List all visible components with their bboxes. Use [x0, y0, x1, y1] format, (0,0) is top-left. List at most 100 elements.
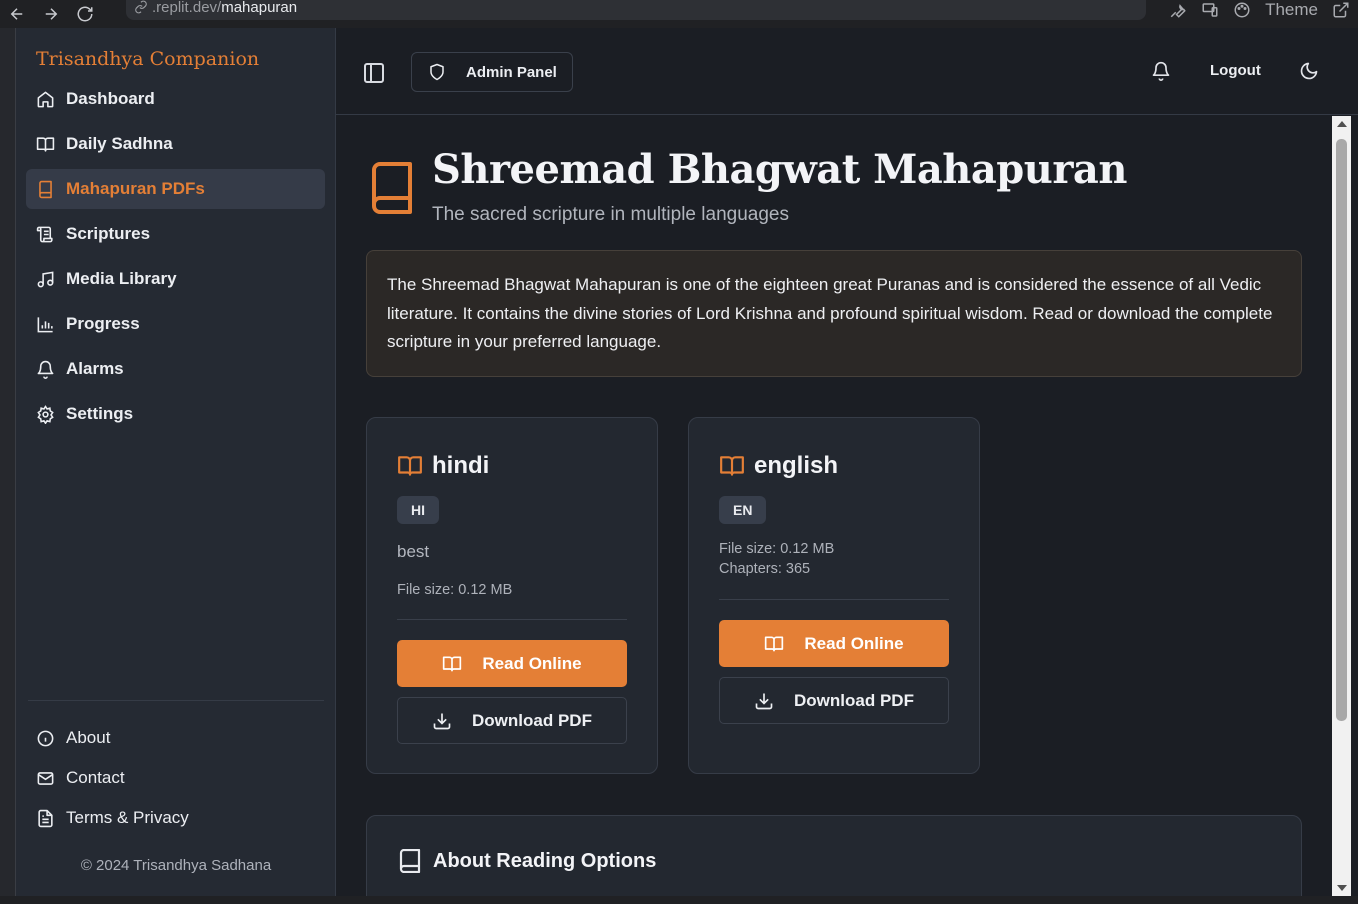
gear-icon	[37, 404, 54, 424]
forward-button[interactable]	[34, 0, 68, 28]
logout-button[interactable]: Logout	[1210, 62, 1261, 79]
read-online-button[interactable]: Read Online	[719, 620, 949, 667]
scroll-thumb[interactable]	[1336, 139, 1347, 721]
sidebar-item-scriptures[interactable]: Scriptures	[26, 214, 325, 254]
left-panel-edge	[0, 28, 16, 904]
reload-button[interactable]	[68, 0, 102, 28]
sidebar-item-label: Mahapuran PDFs	[66, 179, 205, 198]
wrench-icon[interactable]	[1169, 1, 1187, 19]
sidebar-item-terms[interactable]: Terms & Privacy	[26, 800, 325, 836]
sidebar-item-label: Media Library	[66, 269, 177, 288]
link-icon	[135, 0, 147, 14]
language-code-badge: HI	[397, 496, 439, 524]
book-icon	[370, 162, 414, 214]
arrow-left-icon	[10, 8, 23, 20]
sidebar-item-media-library[interactable]: Media Library	[26, 259, 325, 299]
book-icon	[39, 180, 52, 198]
book-open-icon	[443, 656, 462, 671]
sidebar: Trisandhya Companion Dashboard Daily Sad…	[16, 28, 336, 896]
theme-label[interactable]: Theme	[1265, 0, 1318, 20]
card-language-name: hindi	[432, 452, 490, 479]
sidebar-item-mahapuran-pdfs[interactable]: Mahapuran PDFs	[26, 169, 325, 209]
sidebar-item-alarms[interactable]: Alarms	[26, 349, 325, 389]
mail-icon	[37, 771, 54, 785]
bell-icon	[37, 360, 54, 379]
book-open-icon	[720, 456, 744, 476]
download-icon	[433, 713, 451, 729]
download-icon	[755, 693, 773, 709]
sidebar-item-dashboard[interactable]: Dashboard	[26, 79, 325, 119]
brand-title[interactable]: Trisandhya Companion	[36, 48, 259, 70]
sidebar-item-label: Terms & Privacy	[66, 808, 189, 827]
sidebar-item-label: Daily Sadhna	[66, 134, 173, 153]
page-title: Shreemad Bhagwat Mahapuran	[432, 146, 1127, 193]
book-open-icon	[765, 636, 784, 651]
sidebar-divider	[28, 700, 324, 701]
card-heading: english	[719, 452, 838, 480]
read-online-label: Read Online	[804, 633, 904, 653]
sidebar-item-label: Contact	[66, 768, 125, 787]
scroll-down-arrow[interactable]	[1337, 885, 1347, 891]
devices-icon[interactable]	[1201, 1, 1219, 19]
language-card-english: english EN File size: 0.12 MB Chapters: …	[688, 417, 980, 774]
arrow-right-icon	[45, 8, 58, 20]
about-reading-heading: About Reading Options	[399, 849, 656, 873]
sidebar-item-contact[interactable]: Contact	[26, 760, 325, 796]
language-code-badge: EN	[719, 496, 767, 524]
sidebar-nav: Dashboard Daily Sadhna Mahapuran PDFs Sc…	[26, 79, 325, 439]
admin-panel-label: Admin Panel	[466, 63, 557, 81]
page-subtitle: The sacred scripture in multiple languag…	[432, 204, 789, 225]
info-icon	[37, 730, 54, 746]
sidebar-item-about[interactable]: About	[26, 720, 325, 756]
sidebar-footer-nav: About Contact Terms & Privacy	[26, 720, 325, 840]
back-button[interactable]	[0, 0, 34, 28]
theme-toggle-button[interactable]	[1299, 61, 1319, 81]
sidebar-item-label: Dashboard	[66, 89, 155, 108]
address-bar[interactable]: .replit.dev/mahapuran	[126, 0, 1146, 20]
sidebar-item-daily-sadhna[interactable]: Daily Sadhna	[26, 124, 325, 164]
window-bottom-edge	[0, 896, 1358, 904]
sidebar-toggle-button[interactable]	[362, 61, 386, 85]
read-online-button[interactable]: Read Online	[397, 640, 627, 687]
main-content: Shreemad Bhagwat Mahapuran The sacred sc…	[336, 116, 1332, 904]
copyright-text: © 2024 Trisandhya Sadhana	[80, 857, 272, 874]
intro-panel: The Shreemad Bhagwat Mahapuran is one of…	[366, 250, 1302, 377]
browser-toolbar: .replit.dev/mahapuran Theme	[0, 0, 1358, 28]
download-pdf-label: Download PDF	[472, 710, 592, 730]
scroll-icon	[36, 226, 53, 242]
url-domain: .replit.dev/	[152, 0, 222, 16]
card-language-name: english	[754, 452, 839, 479]
sidebar-item-progress[interactable]: Progress	[26, 304, 325, 344]
reload-icon	[77, 6, 93, 22]
admin-panel-button[interactable]: Admin Panel	[411, 52, 573, 92]
sidebar-item-label: Alarms	[66, 359, 124, 378]
scroll-up-arrow[interactable]	[1337, 121, 1347, 127]
shield-icon	[430, 63, 444, 81]
bar-chart-icon	[37, 316, 53, 332]
moon-icon	[1300, 62, 1318, 80]
sidebar-item-label: Settings	[66, 404, 134, 423]
card-divider	[719, 599, 949, 600]
book-icon	[399, 849, 421, 873]
download-pdf-button[interactable]: Download PDF	[397, 697, 627, 744]
browser-tools: Theme	[1169, 0, 1350, 22]
sidebar-item-label: Scriptures	[66, 224, 151, 243]
panel-left-icon	[364, 63, 384, 83]
card-heading: hindi	[397, 452, 489, 480]
notifications-button[interactable]	[1151, 61, 1171, 81]
palette-icon[interactable]	[1233, 1, 1251, 19]
bell-icon	[1152, 61, 1170, 81]
page-scrollbar[interactable]	[1332, 116, 1351, 896]
card-divider	[397, 619, 627, 620]
card-description: best	[397, 542, 430, 561]
file-size-text: File size: 0.12 MB	[719, 541, 835, 557]
download-pdf-button[interactable]: Download PDF	[719, 677, 949, 724]
book-open-icon	[36, 136, 55, 152]
sidebar-item-label: Progress	[66, 314, 140, 333]
url-path: mahapuran	[221, 0, 298, 16]
external-link-icon[interactable]	[1332, 1, 1350, 19]
sidebar-item-settings[interactable]: Settings	[26, 394, 325, 434]
top-bar: Admin Panel Logout	[336, 28, 1358, 115]
about-reading-options-card: About Reading Options	[366, 815, 1302, 904]
language-card-hindi: hindi HI best File size: 0.12 MB Read On…	[366, 417, 658, 774]
